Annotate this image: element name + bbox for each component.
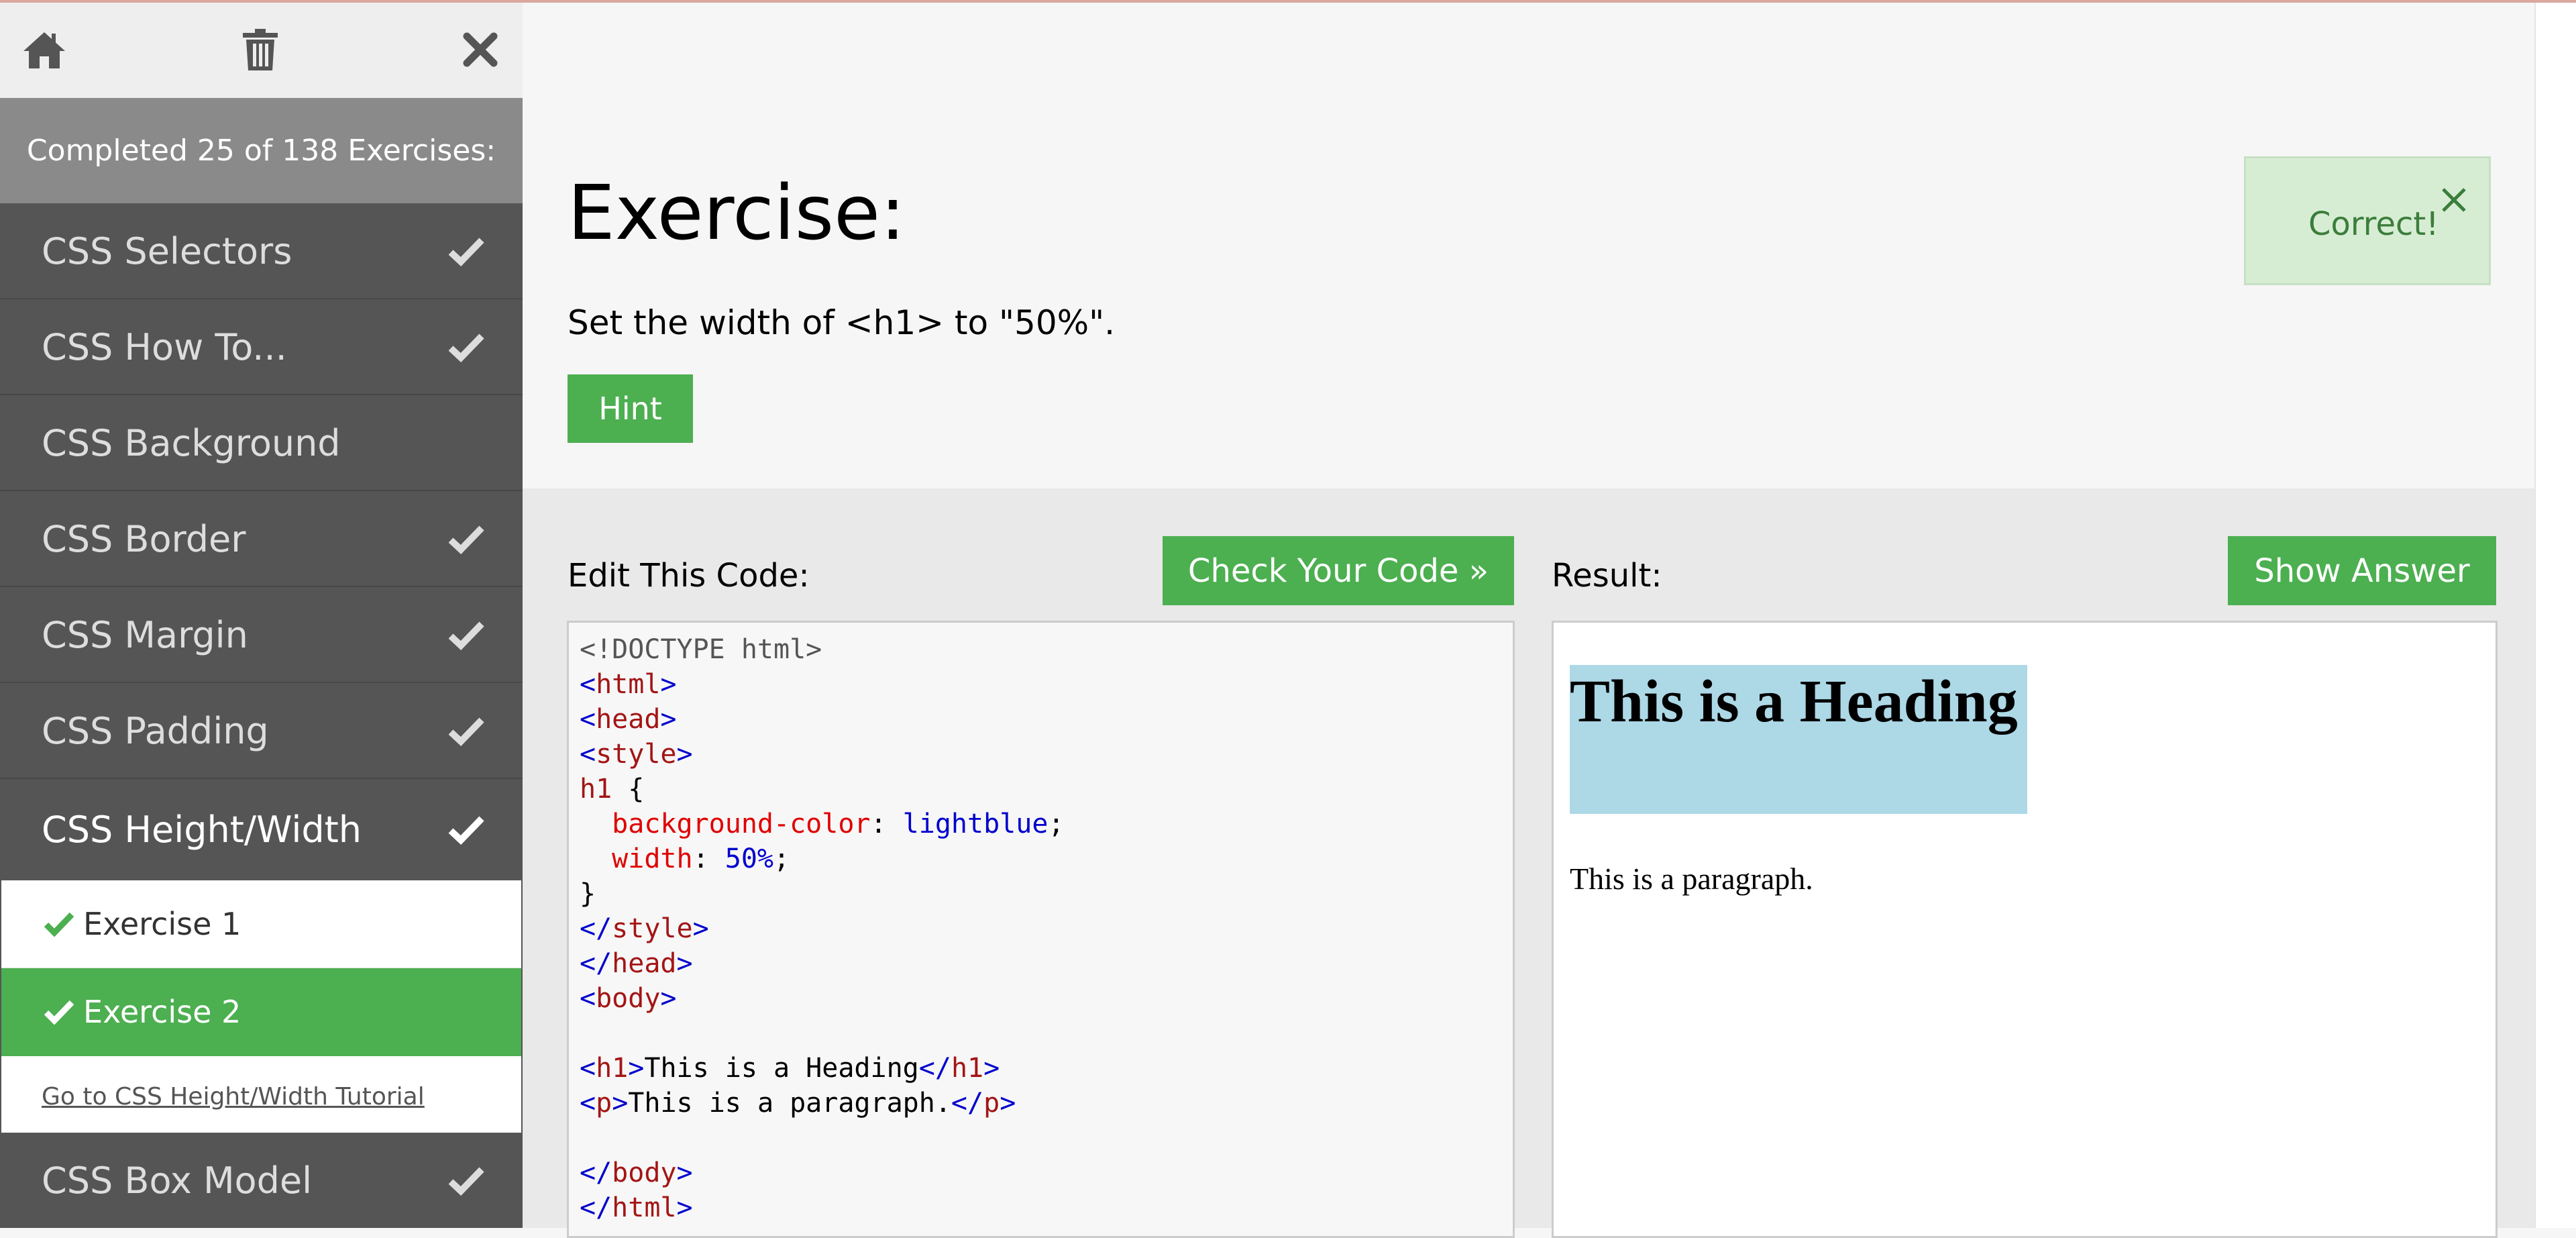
check-icon [44,1000,74,1025]
sidebar-item-css-selectors[interactable]: CSS Selectors [0,203,523,299]
result-label: Result: [1552,557,1662,595]
sidebar-item-label: CSS Padding [42,710,269,752]
exercise-instruction: Set the width of <h1> to "50%". [568,303,1116,342]
code-line: </html> [580,1192,693,1223]
check-icon [448,816,484,845]
check-icon [448,525,484,555]
code-line: <body> [580,983,677,1014]
sidebar: Completed 25 of 138 Exercises: CSS Selec… [0,3,523,1228]
code-line: <head> [580,704,677,735]
progress-text: Completed 25 of 138 Exercises: [0,98,523,203]
show-answer-button[interactable]: Show Answer [2228,536,2496,605]
sidebar-item-css-how-to[interactable]: CSS How To... [0,299,523,395]
exercise-item-2[interactable]: Exercise 2 [1,968,521,1056]
code-editor[interactable]: <!DOCTYPE html> <html> <head> <style> h1… [567,621,1515,1238]
sidebar-item-label: CSS Margin [42,614,248,656]
sidebar-item-label: CSS Box Model [42,1159,313,1202]
sidebar-toolbar [0,3,523,98]
exercise-item-1[interactable]: Exercise 1 [1,880,521,968]
code-line: <h1>This is a Heading</h1> [580,1053,1000,1084]
page-title: Exercise: [568,170,906,257]
sidebar-item-css-box-model[interactable]: CSS Box Model [0,1133,523,1228]
code-line: </style> [580,913,709,944]
code-line: } [580,878,596,909]
result-paragraph: This is a paragraph. [1570,862,1813,896]
exercise-label: Exercise 2 [83,994,241,1030]
code-line: background-color: lightblue; [612,809,1065,839]
code-line: <p>This is a paragraph.</p> [580,1088,1016,1119]
sidebar-item-css-margin[interactable]: CSS Margin [0,587,523,683]
check-icon [44,912,74,937]
code-line: h1 { [580,774,645,805]
page-scrollbar[interactable] [2534,3,2576,1228]
sidebar-item-css-background[interactable]: CSS Background [0,395,523,491]
main-content: Exercise: Set the width of <h1> to "50%"… [523,3,2534,1238]
close-icon[interactable] [2439,185,2469,215]
code-line: </head> [580,948,693,979]
check-icon [448,621,484,651]
check-icon [448,717,484,747]
code-line: width: 50%; [612,843,790,874]
exercise-label: Exercise 1 [83,906,241,942]
hint-button[interactable]: Hint [568,374,693,443]
sidebar-item-label: CSS Height/Width [42,809,362,851]
code-line: <html> [580,669,677,700]
correct-alert-text: Correct! [2308,205,2439,243]
code-line: </body> [580,1157,693,1188]
sidebar-item-label: CSS Selectors [42,230,292,272]
check-icon [448,333,484,363]
sidebar-item-label: CSS Border [42,518,246,560]
code-line: <!DOCTYPE html> [580,634,822,665]
home-icon[interactable] [17,23,71,76]
result-frame: This is a Heading This is a paragraph. [1552,621,2498,1238]
sidebar-item-css-height-width[interactable]: CSS Height/Width [0,779,523,880]
sidebar-item-css-border[interactable]: CSS Border [0,491,523,587]
exercise-workspace: Edit This Code: Check Your Code » Result… [523,488,2534,1238]
trash-icon[interactable] [233,23,287,76]
check-icon [448,238,484,267]
correct-alert: Correct! [2244,156,2491,285]
sidebar-item-label: CSS Background [42,422,341,464]
check-code-button[interactable]: Check Your Code » [1163,536,1514,605]
editor-label: Edit This Code: [568,557,810,595]
result-heading: This is a Heading [1570,665,2027,814]
code-line: <style> [580,739,693,770]
tutorial-link-row: Go to CSS Height/Width Tutorial [1,1056,521,1133]
check-icon [448,1167,484,1196]
sidebar-item-css-padding[interactable]: CSS Padding [0,683,523,779]
tutorial-link[interactable]: Go to CSS Height/Width Tutorial [42,1083,425,1111]
sidebar-item-label: CSS How To... [42,326,287,368]
close-icon[interactable] [453,23,507,76]
